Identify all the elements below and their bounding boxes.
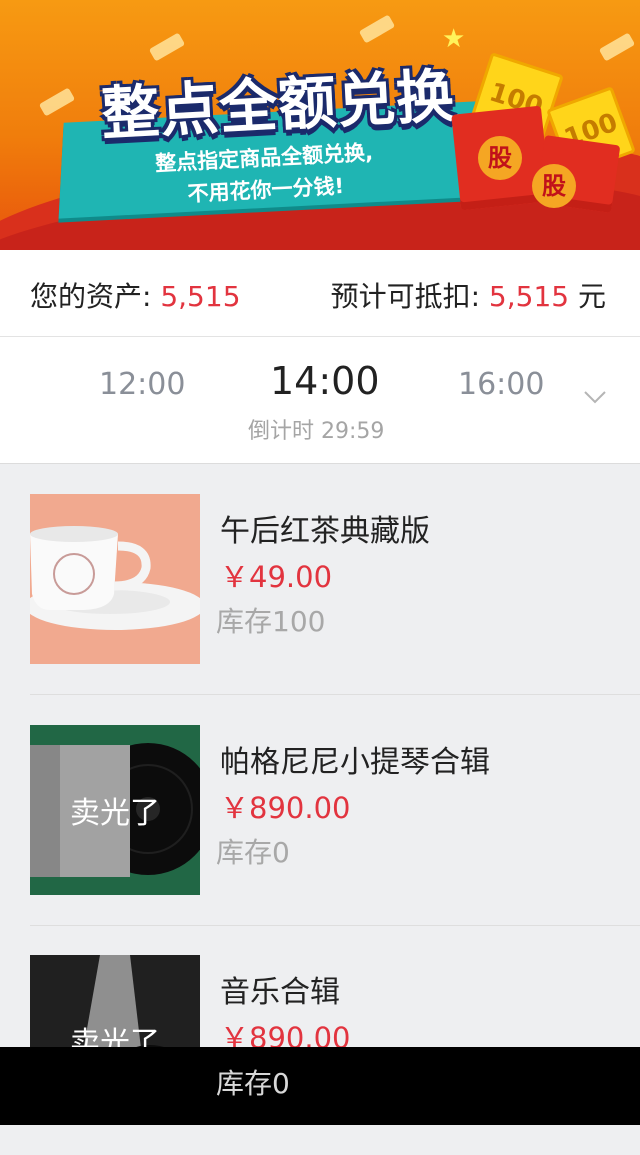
deduct-value: 5,515 [488,280,570,313]
product-stock: 库存0 [216,836,290,869]
stock-badge: 股 [532,164,576,208]
my-assets: 您的资产: 5,515 [30,275,241,315]
assets-value: 5,515 [160,280,241,313]
stock-badge: 股 [478,136,522,180]
assets-bar: 您的资产: 5,515 预计可抵扣: 5,515 元 [0,250,640,337]
coin-icon [358,14,396,44]
countdown-timer: 倒计时 29:59 [248,419,385,444]
coin-icon [598,32,636,62]
deductible-amount: 预计可抵扣: 5,515 元 [331,275,606,315]
coffee-cup-image [30,494,200,664]
time-slot-current[interactable]: 14:00 [270,359,380,403]
product-item[interactable]: 午后红茶典藏版 ￥49.00 库存100 [0,464,640,694]
coin-icon [38,87,76,117]
assets-label: 您的资产: [30,280,161,313]
product-image: 卖光了 [30,725,200,895]
product-name: 音乐合辑 [220,975,340,1010]
soldout-overlay: 卖光了 [30,725,200,895]
bottom-bar [0,1047,640,1125]
deduct-unit: 元 [569,280,606,313]
chevron-down-icon[interactable] [583,385,607,409]
product-image [30,494,200,664]
time-slot-next[interactable]: 16:00 [458,367,544,402]
product-name: 帕格尼尼小提琴合辑 [220,745,490,780]
promo-banner[interactable]: ★ 整点全额兑换 整点指定商品全额兑换, 不用花你一分钱! 100 股 100 … [0,0,640,250]
time-slot-selector: 12:00 14:00 16:00 倒计时 29:59 [0,337,640,464]
product-list: 午后红茶典藏版 ￥49.00 库存100 卖光了 帕格尼尼小提琴合辑 ￥890.… [0,464,640,1125]
deduct-label: 预计可抵扣: [330,280,489,313]
product-price: ￥49.00 [220,560,333,594]
product-stock: 库存0 [216,1067,290,1100]
product-price: ￥890.00 [220,791,351,825]
product-stock: 库存100 [216,605,326,638]
product-item[interactable]: 卖光了 帕格尼尼小提琴合辑 ￥890.00 库存0 [0,695,640,925]
coin-icon [148,32,186,62]
time-slot-prev[interactable]: 12:00 [99,367,185,402]
product-name: 午后红茶典藏版 [220,514,430,549]
